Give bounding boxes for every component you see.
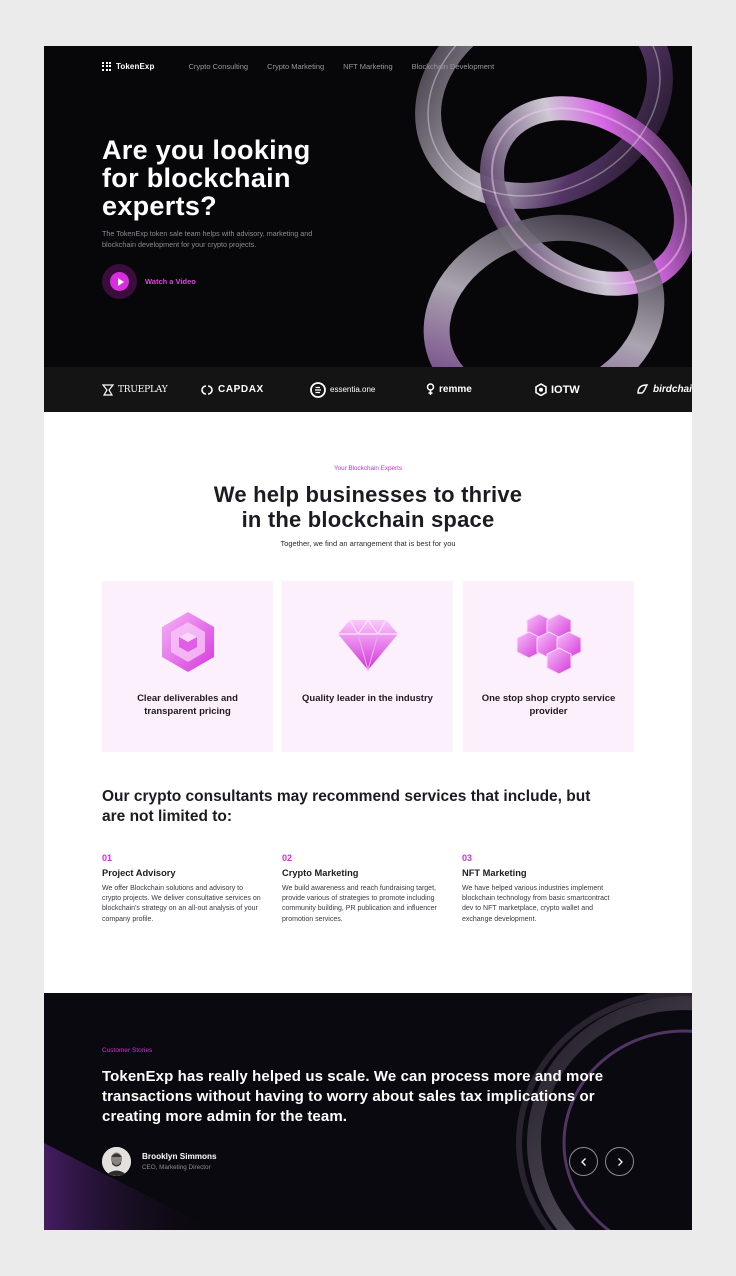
service-description: We build awareness and reach fundraising… — [282, 885, 437, 923]
iotw-icon — [535, 383, 547, 396]
logo-text: TokenExp — [116, 61, 155, 71]
nav-item-crypto-marketing[interactable]: Crypto Marketing — [267, 62, 324, 71]
service-number: 01 — [102, 853, 113, 863]
author-name: Brooklyn Simmons — [142, 1152, 217, 1161]
partner-name: TRUEPLAY — [118, 384, 168, 395]
service-item: 02 Crypto Marketing We build awareness a… — [282, 853, 442, 925]
hero-title-line: for blockchain — [102, 163, 291, 193]
nav-item-crypto-consulting[interactable]: Crypto Consulting — [188, 62, 248, 71]
play-icon — [110, 272, 129, 291]
chevron-left-icon — [580, 1157, 586, 1166]
service-title: NFT Marketing — [462, 868, 527, 878]
partner-logo-iotw: IOTW — [535, 367, 580, 412]
testimonial-author: Brooklyn Simmons CEO, Marketing Director — [102, 1147, 217, 1176]
next-testimonial-button[interactable] — [605, 1147, 634, 1176]
feature-cards: Clear deliverables and transparent prici… — [102, 581, 634, 752]
chevron-right-icon — [617, 1157, 623, 1166]
partner-name: birdchain — [653, 384, 692, 395]
hero-title: Are you looking for blockchain experts? — [102, 136, 362, 220]
testimonial-quote: TokenExp has really helped us scale. We … — [102, 1068, 604, 1125]
partner-name: CAPDAX — [218, 384, 264, 395]
service-title: Project Advisory — [102, 868, 176, 878]
service-item: 03 NFT Marketing We have helped various … — [462, 853, 622, 925]
top-nav: TokenExp Crypto Consulting Crypto Market… — [102, 59, 513, 73]
service-number: 03 — [462, 853, 473, 863]
hero-subtitle: The TokenExp token sale team helps with … — [102, 229, 313, 249]
testimonial-section: Customer Stories TokenExp has really hel… — [44, 993, 692, 1230]
watch-video-label: Watch a Video — [145, 277, 196, 286]
services-heading: Our crypto consultants may recommend ser… — [102, 788, 591, 825]
logo-grid-icon — [102, 61, 111, 71]
partner-logo-essentia: essentia.one — [310, 367, 375, 412]
remme-icon — [426, 383, 435, 395]
watch-video-button[interactable]: Watch a Video — [102, 264, 196, 299]
diamond-icon — [337, 618, 398, 673]
partner-name: essentia.one — [330, 385, 376, 394]
feature-card-title: Quality leader in the industry — [302, 693, 433, 704]
landing-page: TokenExp Crypto Consulting Crypto Market… — [44, 46, 692, 1230]
chain-rings-illustration — [415, 46, 692, 367]
section-eyebrow: Your Blockchain Experts — [333, 465, 403, 472]
tokenexp-logo[interactable]: TokenExp — [102, 61, 155, 71]
nav-item-nft-marketing[interactable]: NFT Marketing — [343, 62, 392, 71]
feature-card: Quality leader in the industry — [282, 581, 453, 752]
play-button-ring — [102, 264, 137, 299]
author-info: Brooklyn Simmons CEO, Marketing Director — [142, 1152, 217, 1171]
section-title: We help businesses to thrive in the bloc… — [44, 482, 692, 532]
cubes-icon — [516, 613, 581, 674]
partner-logo-remme: remme — [426, 367, 472, 412]
partner-logos-strip: TRUEPLAY CAPDAX essentia.one remme IOTW … — [44, 367, 692, 412]
hero-section: TokenExp Crypto Consulting Crypto Market… — [44, 46, 692, 367]
feature-card-title: One stop shop crypto service provider — [481, 693, 616, 717]
testimonial-eyebrow: Customer Stories — [102, 1047, 153, 1054]
service-title: Crypto Marketing — [282, 868, 359, 878]
partner-name: remme — [439, 384, 472, 395]
feature-card: Clear deliverables and transparent prici… — [102, 581, 273, 752]
hexagon-cube-icon — [161, 612, 214, 672]
nav-item-blockchain-development[interactable]: Blockchain Development — [412, 62, 495, 71]
essentia-icon — [310, 381, 326, 398]
hero-title-line: Are you looking — [102, 135, 311, 165]
partner-name: IOTW — [551, 383, 580, 396]
partner-logo-capdax: CAPDAX — [200, 367, 264, 412]
section-subtitle: Together, we find an arrangement that is… — [280, 539, 456, 548]
previous-testimonial-button[interactable] — [569, 1147, 598, 1176]
avatar — [102, 1147, 131, 1176]
birdchain-icon — [637, 384, 649, 394]
section-title-line: in the blockchain space — [241, 507, 495, 532]
service-description: We offer Blockchain solutions and adviso… — [102, 885, 261, 923]
avatar-portrait-icon — [102, 1147, 131, 1176]
partner-logo-birdchain: birdchain — [636, 367, 692, 412]
capdax-icon — [201, 384, 213, 395]
feature-card-title: Clear deliverables and transparent prici… — [137, 693, 238, 717]
partner-logo-trueplay: TRUEPLAY — [102, 367, 168, 412]
author-role: CEO, Marketing Director — [142, 1164, 211, 1171]
service-item: 01 Project Advisory We offer Blockchain … — [102, 853, 262, 925]
feature-card: One stop shop crypto service provider — [463, 581, 634, 752]
service-number: 02 — [282, 853, 293, 863]
hero-title-line: experts? — [102, 191, 217, 221]
section-title-line: We help businesses to thrive — [213, 482, 523, 507]
service-description: We have helped various industries implem… — [462, 885, 610, 923]
trueplay-icon — [102, 383, 114, 396]
